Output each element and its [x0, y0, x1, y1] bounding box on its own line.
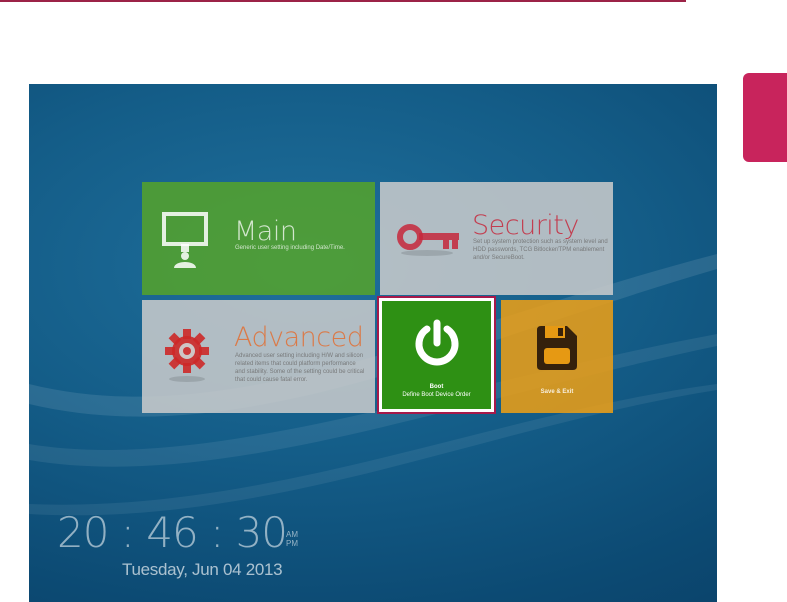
clock-date: Tuesday, Jun 04 2013: [122, 560, 283, 579]
power-icon: [415, 319, 459, 366]
top-divider: [0, 0, 686, 2]
save-exit-tile[interactable]: Save & Exit: [501, 300, 613, 413]
key-icon: [397, 224, 459, 256]
boot-tile-selection[interactable]: Boot Define Boot Device Order: [377, 296, 496, 414]
main-tile[interactable]: Main Generic user setting including Date…: [142, 182, 375, 295]
chapter-tab: [743, 73, 787, 162]
gear-icon: [165, 329, 209, 382]
boot-tile-title: Boot: [429, 384, 444, 390]
advanced-tile[interactable]: Advanced Advanced user setting including…: [142, 300, 375, 413]
save-exit-tile-title: Save & Exit: [540, 389, 574, 395]
am-label: AM: [286, 530, 298, 539]
security-tile[interactable]: Security Set up system protection such a…: [380, 182, 613, 295]
advanced-tile-description: Advanced user setting including H/W and …: [235, 353, 365, 383]
boot-tile[interactable]: Boot Define Boot Device Order: [382, 301, 491, 409]
bios-setup-screen: Main Generic user setting including Date…: [29, 84, 717, 602]
advanced-tile-title: Advanced: [234, 322, 364, 353]
clock-time: 20 : 46 : 30: [57, 508, 288, 557]
am-pm-indicator: AM PM: [286, 530, 298, 548]
boot-tile-subtitle: Define Boot Device Order: [402, 392, 471, 398]
main-tile-description: Generic user setting including Date/Time…: [235, 245, 345, 251]
main-tile-title: Main: [234, 216, 297, 247]
security-tile-description: Set up system protection such as system …: [473, 239, 608, 261]
pm-label: PM: [286, 539, 298, 548]
security-tile-title: Security: [472, 210, 579, 241]
floppy-disk-icon: [537, 326, 577, 370]
monitor-icon: [162, 212, 208, 268]
